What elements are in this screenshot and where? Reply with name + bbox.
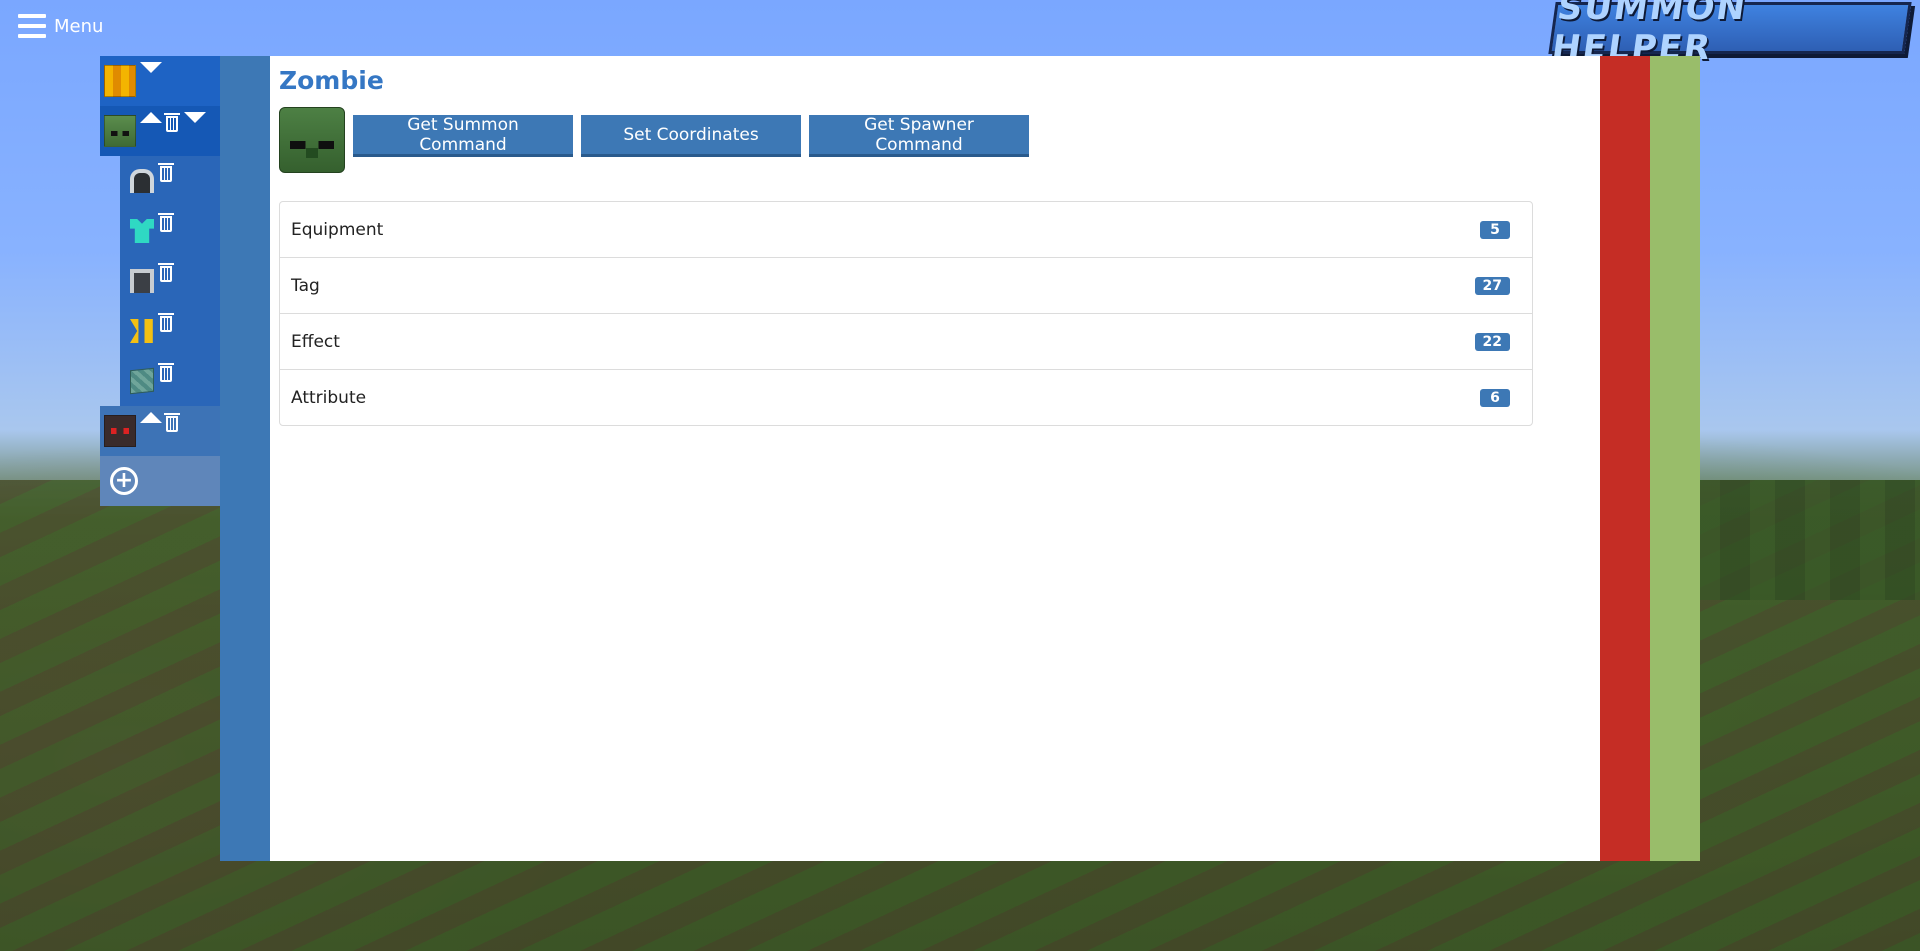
hamburger-icon xyxy=(18,14,46,38)
section-label: Effect xyxy=(291,331,340,352)
tree-entity-blaze[interactable] xyxy=(100,56,220,106)
count-badge: 5 xyxy=(1480,220,1510,239)
trash-icon[interactable] xyxy=(158,313,174,332)
section-attribute[interactable]: Attribute 6 xyxy=(280,370,1532,425)
helmet-icon xyxy=(130,169,154,193)
page-title: Zombie xyxy=(279,66,384,95)
tree-entity-spider[interactable] xyxy=(100,406,220,456)
add-entity-row[interactable]: + xyxy=(100,456,220,506)
action-bar: Get Summon Command Set Coordinates Get S… xyxy=(279,107,1591,173)
count-badge: 27 xyxy=(1474,276,1510,295)
section-list: Equipment 5 Tag 27 Effect 22 Attribute 6 xyxy=(279,201,1533,426)
count-badge: 22 xyxy=(1474,332,1510,351)
move-up-icon[interactable] xyxy=(140,412,162,423)
left-stripe xyxy=(220,56,270,861)
tree-item-block[interactable] xyxy=(120,356,220,406)
trash-icon[interactable] xyxy=(158,163,174,182)
boots-icon xyxy=(130,319,153,343)
trash-icon[interactable] xyxy=(164,113,180,132)
section-label: Tag xyxy=(291,275,320,296)
chestplate-icon xyxy=(130,219,154,243)
move-down-icon[interactable] xyxy=(184,112,206,123)
blaze-head-icon xyxy=(104,65,136,97)
entity-editor: Zombie Get Summon Command Set Coordinate… xyxy=(270,56,1600,861)
get-summon-command-button[interactable]: Get Summon Command xyxy=(353,115,573,157)
tree-item-leggings[interactable] xyxy=(120,256,220,306)
summon-helper-logo: SUMMON HELPER xyxy=(1548,0,1912,68)
section-tag[interactable]: Tag 27 xyxy=(280,258,1532,314)
trash-icon[interactable] xyxy=(158,363,174,382)
spider-head-icon xyxy=(104,415,136,447)
trash-icon[interactable] xyxy=(164,413,180,432)
section-effect[interactable]: Effect 22 xyxy=(280,314,1532,370)
zombie-head-icon xyxy=(104,115,136,147)
tree-item-boots[interactable] xyxy=(120,306,220,356)
red-stripe xyxy=(1600,56,1650,861)
move-up-icon[interactable] xyxy=(140,112,162,123)
plus-circle-icon[interactable]: + xyxy=(110,467,138,495)
menu-label: Menu xyxy=(54,15,104,37)
green-stripe xyxy=(1650,56,1700,861)
section-label: Attribute xyxy=(291,387,367,408)
set-coordinates-button[interactable]: Set Coordinates xyxy=(581,115,801,157)
leggings-icon xyxy=(130,269,154,293)
move-down-icon[interactable] xyxy=(140,62,162,73)
tree-item-chestplate[interactable] xyxy=(120,206,220,256)
get-spawner-command-button[interactable]: Get Spawner Command xyxy=(809,115,1029,157)
entity-tree: + xyxy=(100,56,220,506)
tree-entity-zombie[interactable] xyxy=(100,106,220,156)
section-equipment[interactable]: Equipment 5 xyxy=(280,202,1532,258)
block-icon xyxy=(130,367,154,395)
trash-icon[interactable] xyxy=(158,213,174,232)
tree-item-helmet[interactable] xyxy=(120,156,220,206)
zombie-head-icon xyxy=(279,107,345,173)
menu-button[interactable]: Menu xyxy=(18,14,103,38)
section-label: Equipment xyxy=(291,219,384,240)
count-badge: 6 xyxy=(1480,388,1510,407)
trash-icon[interactable] xyxy=(158,263,174,282)
